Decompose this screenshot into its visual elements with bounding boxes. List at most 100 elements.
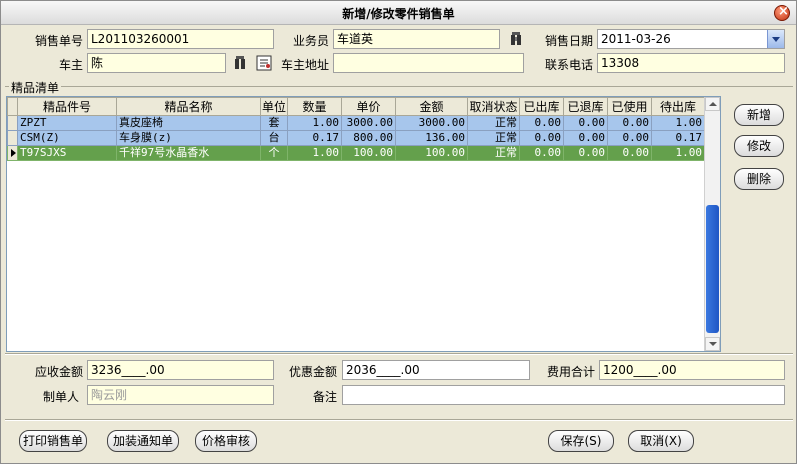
table-cell: 套	[260, 115, 288, 131]
table-row[interactable]: CSM(Z) 车身膜(z) 台 0.17 800.00 136.00 正常 0.…	[7, 130, 705, 146]
footer-separator	[5, 353, 793, 355]
table-cell: ZPZT	[17, 115, 117, 131]
delete-button[interactable]: 删除	[734, 168, 784, 190]
table-cell: 0.17	[651, 130, 705, 146]
fee-total-field[interactable]: 1200____.00	[599, 360, 785, 380]
buttons-separator	[5, 419, 793, 421]
table-cell: 0.00	[563, 145, 608, 161]
items-grid[interactable]: 精品件号 精品名称 单位 数量 单价 金额 取消状态 已出库 已退库 已使用 待…	[6, 96, 721, 352]
owner-label: 车主	[58, 58, 83, 72]
table-cell: 0.00	[607, 115, 652, 131]
binoculars-icon[interactable]	[508, 31, 524, 47]
scroll-thumb[interactable]	[706, 205, 719, 333]
receivable-label: 应收金额	[34, 365, 83, 379]
fee-total-label: 费用合计	[546, 365, 595, 379]
price-audit-button[interactable]: 价格审核	[195, 430, 257, 452]
owner-address-label: 车主地址	[280, 58, 329, 72]
list-title: 精品清单	[9, 79, 62, 96]
table-cell: 1.00	[651, 115, 705, 131]
scroll-up-icon[interactable]	[705, 97, 720, 111]
table-cell: 车身膜(z)	[116, 130, 261, 146]
table-cell: 0.00	[563, 115, 608, 131]
table-cell: 0.00	[563, 130, 608, 146]
phone-field[interactable]: 13308	[597, 53, 785, 73]
table-cell: 台	[260, 130, 288, 146]
add-button[interactable]: 新增	[734, 104, 784, 126]
window-title: 新增/修改零件销售单	[342, 7, 455, 21]
table-cell: 0.00	[519, 115, 564, 131]
binoculars-icon[interactable]	[232, 55, 248, 71]
column-header[interactable]: 数量	[287, 97, 342, 116]
creator-label: 制单人	[42, 390, 79, 404]
discount-label: 优惠金额	[288, 365, 337, 379]
vertical-scrollbar[interactable]	[704, 97, 720, 351]
table-row[interactable]: ZPZT 真皮座椅 套 1.00 3000.00 3000.00 正常 0.00…	[7, 115, 705, 131]
sale-date-value: 2011-03-26	[601, 32, 671, 46]
owner-field[interactable]: 陈	[87, 53, 226, 73]
table-cell: 0.17	[287, 130, 342, 146]
print-order-button[interactable]: 打印销售单	[19, 430, 87, 452]
table-cell: 100.00	[395, 145, 468, 161]
sales-order-window: 新增/修改零件销售单 销售单号 L201103260001 业务员 车道英 销售…	[0, 0, 797, 464]
table-cell: 0.00	[519, 130, 564, 146]
discount-field[interactable]: 2036____.00	[342, 360, 530, 380]
column-header[interactable]: 已出库	[519, 97, 564, 116]
row-indicator	[7, 145, 18, 161]
table-cell: 正常	[467, 130, 520, 146]
table-cell: 真皮座椅	[116, 115, 261, 131]
scroll-down-icon[interactable]	[705, 337, 720, 351]
sale-date-label: 销售日期	[544, 34, 593, 48]
chevron-down-icon[interactable]	[767, 30, 784, 48]
sale-no-label: 销售单号	[34, 34, 83, 48]
table-cell: 1.00	[287, 145, 342, 161]
table-cell: T97SJXS	[17, 145, 117, 161]
table-header-row: 精品件号 精品名称 单位 数量 单价 金额 取消状态 已出库 已退库 已使用 待…	[7, 97, 705, 116]
salesman-label: 业务员	[292, 34, 329, 48]
column-header[interactable]: 已退库	[563, 97, 608, 116]
close-icon[interactable]	[774, 4, 790, 21]
table-cell: 1.00	[651, 145, 705, 161]
receivable-field[interactable]: 3236____.00	[87, 360, 274, 380]
indicator-header	[7, 97, 18, 116]
edit-button[interactable]: 修改	[734, 135, 784, 157]
creator-field: 陶云刚	[87, 385, 274, 405]
remark-field[interactable]	[342, 385, 785, 405]
row-indicator	[7, 130, 18, 146]
sale-no-field[interactable]: L201103260001	[87, 29, 274, 49]
column-header[interactable]: 待出库	[651, 97, 705, 116]
items-table: 精品件号 精品名称 单位 数量 单价 金额 取消状态 已出库 已退库 已使用 待…	[7, 97, 705, 161]
table-cell: 个	[260, 145, 288, 161]
column-header[interactable]: 金额	[395, 97, 468, 116]
row-indicator	[7, 115, 18, 131]
owner-address-field[interactable]	[333, 53, 524, 73]
title-bar: 新增/修改零件销售单	[1, 1, 796, 25]
table-cell: CSM(Z)	[17, 130, 117, 146]
column-header[interactable]: 精品件号	[17, 97, 117, 116]
column-header[interactable]: 取消状态	[467, 97, 520, 116]
table-cell: 1.00	[287, 115, 342, 131]
table-cell: 千祥97号水晶香水	[116, 145, 261, 161]
column-header[interactable]: 单位	[260, 97, 288, 116]
sale-date-picker[interactable]: 2011-03-26	[597, 29, 785, 49]
install-notice-button[interactable]: 加装通知单	[107, 430, 179, 452]
column-header[interactable]: 单价	[341, 97, 396, 116]
table-cell: 0.00	[519, 145, 564, 161]
phone-label: 联系电话	[544, 58, 593, 72]
column-header[interactable]: 精品名称	[116, 97, 261, 116]
table-row-current[interactable]: T97SJXS 千祥97号水晶香水 个 1.00 100.00 100.00 正…	[7, 145, 705, 161]
list-group-border	[5, 86, 793, 87]
table-cell: 正常	[467, 145, 520, 161]
table-cell: 100.00	[341, 145, 396, 161]
table-cell: 136.00	[395, 130, 468, 146]
current-row-arrow-icon	[11, 149, 16, 157]
table-cell: 0.00	[607, 130, 652, 146]
salesman-field[interactable]: 车道英	[333, 29, 500, 49]
table-cell: 800.00	[341, 130, 396, 146]
column-header[interactable]: 已使用	[607, 97, 652, 116]
table-cell: 0.00	[607, 145, 652, 161]
table-cell: 正常	[467, 115, 520, 131]
table-cell: 3000.00	[341, 115, 396, 131]
save-button[interactable]: 保存(S)	[548, 430, 614, 452]
remark-label: 备注	[312, 390, 337, 404]
cancel-button[interactable]: 取消(X)	[628, 430, 694, 452]
